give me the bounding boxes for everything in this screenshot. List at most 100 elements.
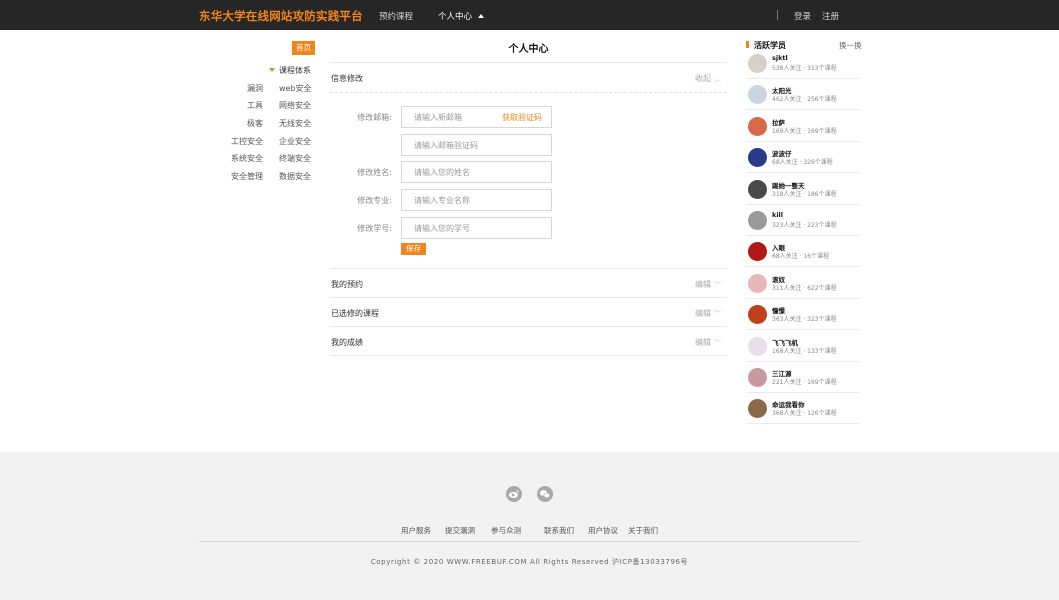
login-link[interactable]: 登录 <box>794 10 811 22</box>
divider <box>330 268 727 269</box>
avatar[interactable] <box>748 148 767 168</box>
learner-item[interactable]: 三江源 221人关注 · 169个课程 <box>746 362 860 393</box>
edit-label: 编辑 <box>695 280 711 289</box>
name-input[interactable] <box>401 161 552 183</box>
learner-item[interactable]: 入眼 68人关注 · 16个课程 <box>746 236 860 268</box>
learner-item[interactable]: 波波仔 68人关注 · 326个课程 <box>746 142 860 174</box>
learner-item[interactable]: kill 323人关注 · 223个课程 <box>746 205 860 236</box>
avatar[interactable] <box>748 179 767 199</box>
category-data-security[interactable]: 数据安全 <box>279 171 311 182</box>
category-tools[interactable]: 工具 <box>247 100 263 111</box>
dashed-divider <box>330 92 727 93</box>
weibo-icon[interactable] <box>506 486 522 502</box>
footer-link-agreement[interactable]: 用户协议 <box>588 525 618 536</box>
learner-item[interactable]: sjktl 538人关注 · 313个课程 <box>746 48 860 79</box>
category-endpoint-security[interactable]: 终端安全 <box>279 153 311 164</box>
divider <box>330 326 727 327</box>
info-section-title: 信息修改 <box>331 74 363 83</box>
learner-stats: 363人关注 · 323个课程 <box>772 316 837 324</box>
learner-stats: 368人关注 · 126个课程 <box>772 410 837 418</box>
site-brand[interactable]: 东华大学在线网站攻防实践平台 <box>199 8 363 24</box>
avatar[interactable] <box>748 273 767 293</box>
footer-link-user-service[interactable]: 用户服务 <box>401 525 431 536</box>
courses-edit-button[interactable]: 编辑 ﹀ <box>695 308 721 319</box>
footer-link-contact[interactable]: 联系我们 <box>544 525 574 536</box>
chevron-down-icon: ﹀ <box>714 339 721 347</box>
divider <box>330 297 727 298</box>
top-navbar: 东华大学在线网站攻防实践平台 预约课程 个人中心 登录 注册 <box>0 0 1059 30</box>
collapse-toggle[interactable]: 收起 ︿ <box>695 73 721 84</box>
learner-stats: 221人关注 · 169个课程 <box>772 379 837 386</box>
course-system-heading[interactable]: 课程体系 <box>269 65 311 76</box>
learner-item[interactable]: 憧憬 363人关注 · 323个课程 <box>746 299 860 331</box>
learner-stats: 311人关注 · 622个课程 <box>772 284 837 292</box>
avatar[interactable] <box>748 116 767 136</box>
learner-item[interactable]: 踢她一整天 318人关注 · 186个课程 <box>746 174 860 205</box>
name-label: 修改姓名: <box>357 168 392 177</box>
get-code-button[interactable]: 获取验证码 <box>502 112 542 123</box>
nav-booking[interactable]: 预约课程 <box>379 10 413 22</box>
nav-personal-center[interactable]: 个人中心 <box>438 10 485 22</box>
learner-stats: 323人关注 · 223个课程 <box>772 222 837 229</box>
learner-stats: 318人关注 · 186个课程 <box>772 190 837 198</box>
learner-item[interactable]: 太阳光 462人关注 · 256个课程 <box>746 79 860 111</box>
wechat-icon[interactable] <box>537 486 553 502</box>
booking-edit-button[interactable]: 编辑 ﹀ <box>695 279 721 290</box>
edit-label: 编辑 <box>695 338 711 347</box>
grades-edit-button[interactable]: 编辑 ﹀ <box>695 337 721 348</box>
category-enterprise-security[interactable]: 企业安全 <box>279 136 311 147</box>
nav-divider <box>777 10 778 20</box>
avatar[interactable] <box>748 399 767 419</box>
category-web-security[interactable]: web安全 <box>279 83 312 94</box>
learner-name[interactable]: kill <box>772 211 783 219</box>
learner-item[interactable]: 命运我看你 368人关注 · 126个课程 <box>746 393 860 425</box>
learner-stats: 68人关注 · 16个课程 <box>772 253 829 261</box>
footer-link-submit-vuln[interactable]: 提交漏洞 <box>445 525 475 536</box>
student-id-input[interactable] <box>401 217 552 239</box>
footer-divider <box>199 541 860 542</box>
verification-code-input[interactable] <box>401 134 552 156</box>
booking-section-title: 我的预约 <box>331 280 363 289</box>
caret-up-icon <box>478 14 485 18</box>
save-button[interactable]: 保存 <box>401 243 426 255</box>
learner-item[interactable]: 拉萨 169人关注 · 169个课程 <box>746 111 860 142</box>
nav-personal-label: 个人中心 <box>438 12 473 22</box>
category-network-security[interactable]: 网络安全 <box>279 100 311 111</box>
major-input[interactable] <box>401 189 552 211</box>
avatar[interactable] <box>748 242 767 262</box>
divider <box>330 355 727 356</box>
category-ics-security[interactable]: 工控安全 <box>231 136 263 147</box>
learner-name[interactable]: sjktl <box>772 54 788 62</box>
chevron-up-icon: ︿ <box>714 75 721 83</box>
page-title: 个人中心 <box>508 44 549 55</box>
learner-stats: 169人关注 · 169个课程 <box>772 127 837 135</box>
course-system-label: 课程体系 <box>279 66 311 75</box>
avatar[interactable] <box>748 211 767 230</box>
divider <box>330 62 727 63</box>
register-link[interactable]: 注册 <box>822 10 839 22</box>
avatar[interactable] <box>748 54 767 73</box>
avatar[interactable] <box>748 305 767 325</box>
footer-link-about[interactable]: 关于我们 <box>628 525 658 536</box>
category-system-security[interactable]: 系统安全 <box>231 153 263 164</box>
avatar[interactable] <box>748 85 767 105</box>
learner-item[interactable]: 飞飞飞机 168人关注 · 133个课程 <box>746 331 860 362</box>
learner-item[interactable]: 滚奴 311人关注 · 622个课程 <box>746 268 860 299</box>
chevron-down-icon: ﹀ <box>714 310 721 318</box>
avatar[interactable] <box>748 336 767 356</box>
category-wireless-security[interactable]: 无线安全 <box>279 118 311 129</box>
category-vuln[interactable]: 漏洞 <box>247 83 263 94</box>
category-geek[interactable]: 极客 <box>247 118 263 129</box>
learner-stats: 168人关注 · 133个课程 <box>772 347 837 355</box>
avatar[interactable] <box>748 368 767 387</box>
copyright-text: Copyright © 2020 WWW.FREEBUF.COM All Rig… <box>370 558 689 566</box>
category-security-management[interactable]: 安全管理 <box>231 171 263 182</box>
footer-link-crowdtest[interactable]: 参与众测 <box>491 525 521 536</box>
major-label: 修改专业: <box>357 196 392 205</box>
home-button[interactable]: 首页 <box>292 41 315 55</box>
collapse-label: 收起 <box>695 74 711 83</box>
footer <box>0 452 1059 600</box>
grades-section-title: 我的成绩 <box>331 338 363 347</box>
courses-section-title: 已选修的课程 <box>331 309 379 318</box>
learner-stats: 538人关注 · 313个课程 <box>772 65 837 72</box>
